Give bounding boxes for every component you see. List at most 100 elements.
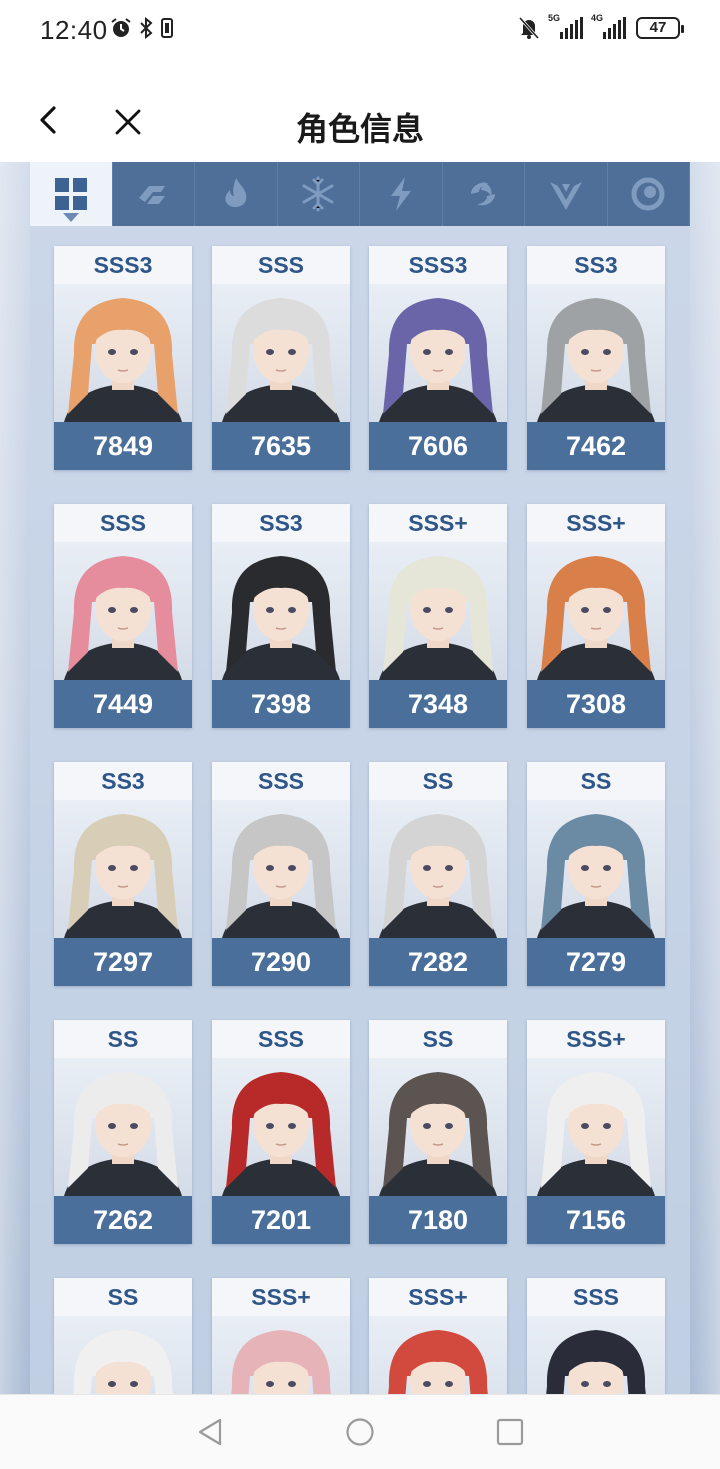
filter-tab-light[interactable] bbox=[607, 162, 690, 226]
filter-tab-physical[interactable] bbox=[112, 162, 195, 226]
character-card[interactable]: SS3 7297 bbox=[54, 762, 192, 986]
character-rank: SSS bbox=[212, 1020, 350, 1058]
nav-home-icon bbox=[346, 1418, 374, 1446]
filter-tab-all[interactable] bbox=[30, 162, 113, 226]
lightning-element-icon bbox=[390, 177, 411, 211]
character-card[interactable]: SSS 7635 bbox=[212, 246, 350, 470]
light-element-icon bbox=[631, 177, 665, 211]
character-card[interactable]: SSS3 7849 bbox=[54, 246, 192, 470]
portrait-illustration bbox=[379, 298, 497, 422]
character-card[interactable]: SSS+ 7348 bbox=[369, 504, 507, 728]
signal-icon: 5G bbox=[548, 13, 583, 39]
nav-back-icon bbox=[198, 1418, 222, 1446]
character-card[interactable]: SS3 7398 bbox=[212, 504, 350, 728]
system-nav-bar bbox=[0, 1394, 720, 1469]
filter-tab-lightning[interactable] bbox=[360, 162, 443, 226]
character-rank: SSS bbox=[527, 1278, 665, 1316]
portrait-illustration bbox=[537, 556, 655, 680]
character-power: 7290 bbox=[212, 938, 350, 986]
bluetooth-icon bbox=[140, 17, 153, 39]
nav-recents-icon bbox=[496, 1418, 524, 1446]
nav-back-button[interactable] bbox=[195, 1417, 225, 1447]
battery-icon: 47 bbox=[636, 17, 684, 39]
nav-recents-button[interactable] bbox=[495, 1417, 525, 1447]
character-power: 7849 bbox=[54, 422, 192, 470]
character-card[interactable]: SS3 7462 bbox=[527, 246, 665, 470]
filter-tab-fire[interactable] bbox=[195, 162, 278, 226]
character-rank: SSS+ bbox=[369, 504, 507, 542]
portrait-illustration bbox=[379, 556, 497, 680]
ice-element-icon bbox=[302, 176, 334, 212]
character-card[interactable]: SSS+ bbox=[369, 1278, 507, 1394]
portrait-illustration bbox=[379, 1072, 497, 1196]
fire-element-icon bbox=[225, 178, 247, 208]
character-power: 7201 bbox=[212, 1196, 350, 1244]
portrait-illustration bbox=[222, 556, 340, 680]
character-power: 7279 bbox=[527, 938, 665, 986]
character-power: 7398 bbox=[212, 680, 350, 728]
portrait-illustration bbox=[537, 814, 655, 938]
grid-all-icon bbox=[54, 178, 87, 210]
character-rank: SS bbox=[54, 1278, 192, 1316]
character-card[interactable]: SSS 7449 bbox=[54, 504, 192, 728]
portrait-illustration bbox=[64, 1072, 182, 1196]
filter-tab-ice[interactable] bbox=[277, 162, 360, 226]
character-rank: SSS+ bbox=[369, 1278, 507, 1316]
character-portrait bbox=[369, 1316, 507, 1394]
character-rank: SS bbox=[369, 762, 507, 800]
character-portrait bbox=[212, 800, 350, 938]
character-rank: SS bbox=[54, 1020, 192, 1058]
character-card[interactable]: SSS+ 7308 bbox=[527, 504, 665, 728]
character-portrait bbox=[369, 800, 507, 938]
character-portrait bbox=[527, 1316, 665, 1394]
character-rank: SS bbox=[369, 1020, 507, 1058]
character-rank: SSS bbox=[54, 504, 192, 542]
physical-element-icon bbox=[139, 186, 166, 204]
character-rank: SS3 bbox=[54, 762, 192, 800]
character-card[interactable]: SS 7282 bbox=[369, 762, 507, 986]
character-power: 7262 bbox=[54, 1196, 192, 1244]
portrait-illustration bbox=[64, 814, 182, 938]
character-power: 7449 bbox=[54, 680, 192, 728]
character-card[interactable]: SSS+ bbox=[212, 1278, 350, 1394]
portrait-illustration bbox=[73, 1330, 173, 1394]
element-filter-bar bbox=[30, 162, 690, 226]
character-rank: SSS3 bbox=[54, 246, 192, 284]
page-header: 角色信息 bbox=[0, 64, 720, 162]
character-portrait bbox=[527, 542, 665, 680]
character-power: 7282 bbox=[369, 938, 507, 986]
character-power: 7180 bbox=[369, 1196, 507, 1244]
vibrate-icon bbox=[161, 18, 173, 38]
character-card[interactable]: SSS bbox=[527, 1278, 665, 1394]
character-rank: SSS3 bbox=[369, 246, 507, 284]
character-portrait bbox=[212, 284, 350, 422]
portrait-illustration bbox=[537, 1072, 655, 1196]
character-card[interactable]: SS 7279 bbox=[527, 762, 665, 986]
character-card[interactable]: SSS+ 7156 bbox=[527, 1020, 665, 1244]
character-portrait bbox=[212, 542, 350, 680]
character-card[interactable]: SS bbox=[54, 1278, 192, 1394]
character-card[interactable]: SS 7180 bbox=[369, 1020, 507, 1244]
character-power: 7297 bbox=[54, 938, 192, 986]
status-bar: 12:40 5G 4G 47 bbox=[0, 0, 720, 64]
character-portrait bbox=[527, 800, 665, 938]
character-card[interactable]: SSS 7290 bbox=[212, 762, 350, 986]
portrait-illustration bbox=[537, 298, 655, 422]
filter-tab-wind[interactable] bbox=[442, 162, 525, 226]
character-card[interactable]: SSS3 7606 bbox=[369, 246, 507, 470]
nav-home-button[interactable] bbox=[345, 1417, 375, 1447]
character-portrait bbox=[212, 1058, 350, 1196]
character-card[interactable]: SS 7262 bbox=[54, 1020, 192, 1244]
character-rank: SSS+ bbox=[527, 504, 665, 542]
character-power: 7635 bbox=[212, 422, 350, 470]
wind-element-icon bbox=[471, 182, 496, 206]
character-card[interactable]: SSS 7201 bbox=[212, 1020, 350, 1244]
character-portrait bbox=[54, 1058, 192, 1196]
portrait-illustration bbox=[222, 298, 340, 422]
character-power: 7308 bbox=[527, 680, 665, 728]
alarm-icon bbox=[111, 18, 131, 37]
character-portrait bbox=[212, 1316, 350, 1394]
character-rank: SS3 bbox=[212, 504, 350, 542]
filter-tab-dark[interactable] bbox=[525, 162, 608, 226]
character-list-area[interactable]: SSS3 7849 SSS 7635 SSS3 7606 SS3 7462 SSS 7449 SS3… bbox=[0, 162, 720, 1394]
